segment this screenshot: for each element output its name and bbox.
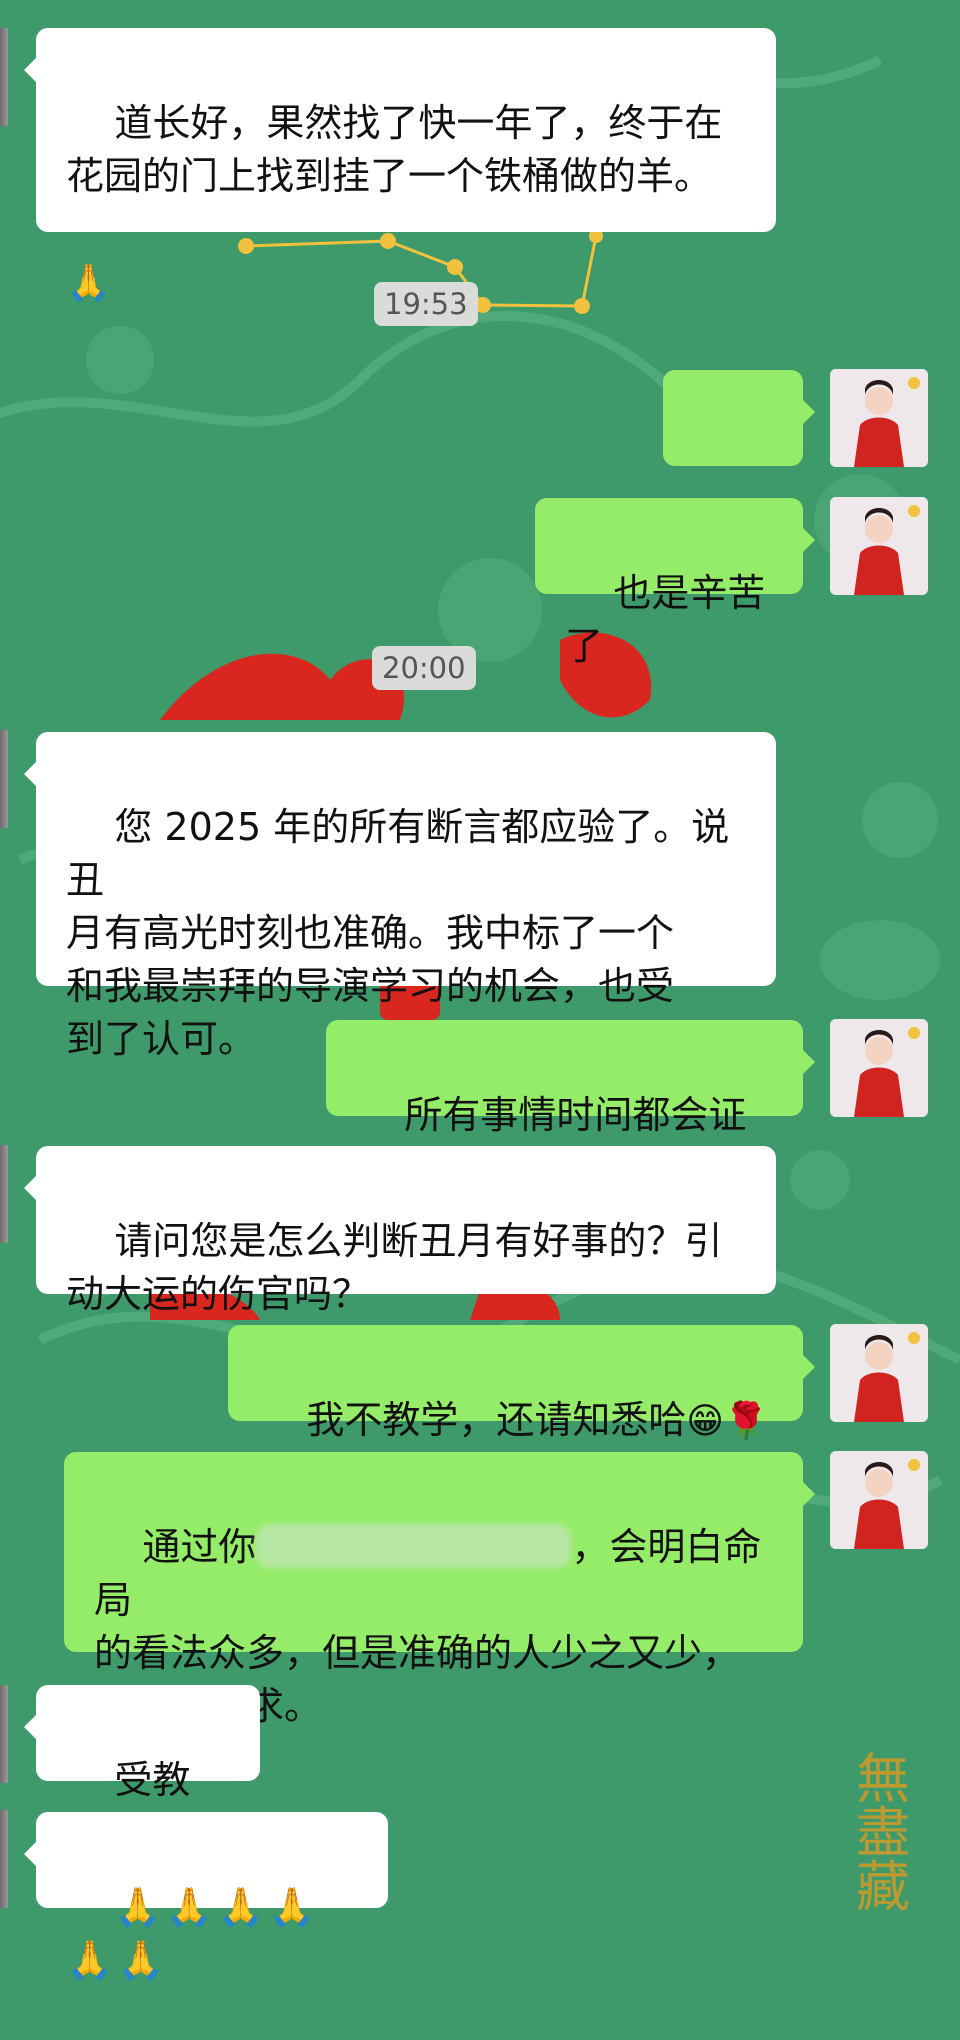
contact-avatar-edge[interactable] — [0, 730, 8, 828]
message-bubble-incoming[interactable]: 🙏🙏🙏🙏🙏🙏 — [24, 1812, 388, 1982]
contact-avatar-edge[interactable] — [0, 1145, 8, 1243]
avatar-portrait-icon — [830, 369, 928, 467]
timestamp: 20:00 — [372, 646, 476, 690]
pray-emoji: 🙏 — [66, 263, 111, 304]
message-text-before: 通过你 — [142, 1525, 257, 1569]
avatar-portrait-icon — [830, 497, 928, 595]
timestamp: 19:53 — [374, 282, 478, 326]
avatar-portrait-icon — [830, 1451, 928, 1549]
message-bubble-incoming[interactable]: 道长好，果然找了快一年了，终于在 花园的门上找到挂了一个铁桶做的羊。 🙏 — [24, 28, 776, 304]
my-avatar[interactable] — [830, 1451, 928, 1549]
contact-avatar-edge[interactable] — [0, 1810, 8, 1908]
contact-avatar-edge[interactable] — [0, 28, 8, 126]
avatar-portrait-icon — [830, 1019, 928, 1117]
my-avatar[interactable] — [830, 1019, 928, 1117]
chat-area: 道长好，果然找了快一年了，终于在 花园的门上找到挂了一个铁桶做的羊。 🙏 19:… — [0, 0, 960, 1982]
message-text: 请问您是怎么判断丑月有好事的？引 动大运的伤官吗？ — [66, 1219, 723, 1316]
message-bubble-incoming[interactable]: 您 2025 年的所有断言都应验了。说丑 月有高光时刻也准确。我中标了一个 和我… — [24, 732, 776, 1061]
my-avatar[interactable] — [830, 497, 928, 595]
message-bubble-outgoing[interactable]: 嗯好 — [663, 370, 815, 540]
message-bubble-incoming[interactable]: 请问您是怎么判断丑月有好事的？引 动大运的伤官吗？ — [24, 1146, 776, 1316]
message-text: 道长好，果然找了快一年了，终于在 花园的门上找到挂了一个铁桶做的羊。 — [66, 101, 723, 198]
message-text: 也是辛苦了 — [565, 571, 766, 668]
pray-emoji-row: 🙏🙏🙏🙏🙏🙏 — [66, 1885, 320, 1982]
my-avatar[interactable] — [830, 369, 928, 467]
message-bubble-outgoing[interactable]: 所有事情时间都会证明 — [326, 1020, 815, 1190]
avatar-portrait-icon — [830, 1324, 928, 1422]
message-bubble-outgoing[interactable]: 也是辛苦了 — [535, 498, 815, 668]
redacted-blur — [256, 1524, 572, 1568]
contact-avatar-edge[interactable] — [0, 1685, 8, 1783]
grin-rose-emoji: 😁🌹 — [686, 1401, 769, 1442]
my-avatar[interactable] — [830, 1324, 928, 1422]
message-bubble-outgoing[interactable]: 我不教学，还请知悉哈😁🌹 — [228, 1325, 815, 1442]
message-bubble-outgoing[interactable]: 通过你，会明白命局 的看法众多，但是准确的人少之又少， 可遇不可求。 — [64, 1452, 815, 1728]
message-bubble-incoming[interactable]: 受教了！ — [24, 1685, 260, 1855]
message-text: 我不教学，还请知悉哈 — [306, 1398, 687, 1442]
